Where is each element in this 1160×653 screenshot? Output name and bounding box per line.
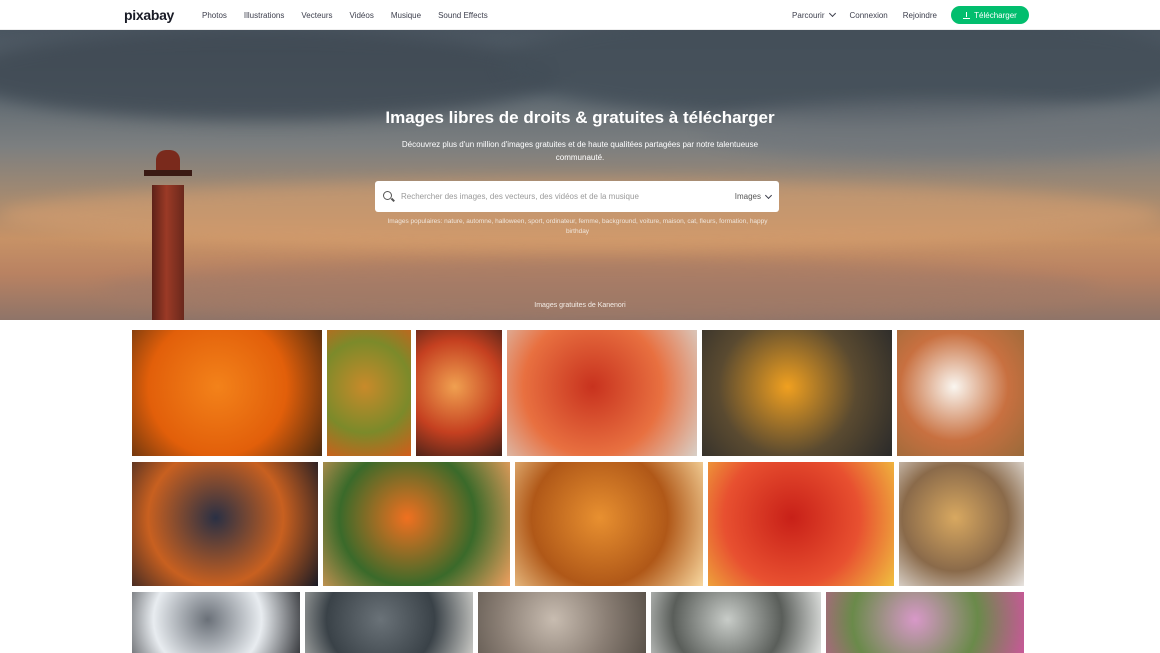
download-button[interactable]: Télécharger xyxy=(951,6,1029,24)
login-link[interactable]: Connexion xyxy=(850,11,888,20)
top-navigation: pixabay Photos Illustrations Vecteurs Vi… xyxy=(0,0,1160,30)
search-bar: Images xyxy=(375,181,779,212)
gallery-tile-red-flower[interactable] xyxy=(708,462,894,586)
hero-banner: Images libres de droits & gratuites à té… xyxy=(0,30,1160,320)
gallery-tile-citrine[interactable] xyxy=(515,462,703,586)
nav-link-music[interactable]: Musique xyxy=(391,11,421,20)
gallery-tile-orange-lily[interactable] xyxy=(323,462,510,586)
download-icon xyxy=(963,11,971,19)
gallery-tile-sunset[interactable] xyxy=(416,330,502,456)
lighthouse-lantern xyxy=(156,150,180,172)
gallery-tile-otter[interactable] xyxy=(305,592,473,653)
gallery-tile-maple-leaves[interactable] xyxy=(507,330,697,456)
gallery-tile-forest[interactable] xyxy=(651,592,821,653)
gallery-tile-autumn-pattern[interactable] xyxy=(897,330,1024,456)
search-type-label: Images xyxy=(734,192,761,201)
explore-label: Parcourir xyxy=(792,10,825,20)
cloud-shape xyxy=(0,30,560,120)
chevron-down-icon xyxy=(764,191,773,199)
lighthouse-gallery xyxy=(144,170,192,176)
gallery-tile-coins[interactable] xyxy=(478,592,646,653)
gallery-tile-pagoda[interactable] xyxy=(702,330,892,456)
gallery-tile-mountain[interactable] xyxy=(132,592,300,653)
image-credit[interactable]: Images gratuites de Kanenori xyxy=(0,302,1160,309)
join-link[interactable]: Rejoindre xyxy=(903,11,937,20)
gallery-tile-cargo-ship[interactable] xyxy=(132,462,318,586)
gallery-tile-pink-flowers[interactable] xyxy=(826,592,1024,653)
nav-links: Photos Illustrations Vecteurs Vidéos Mus… xyxy=(202,0,505,30)
explore-dropdown[interactable]: Parcourir xyxy=(792,9,836,20)
chevron-down-icon xyxy=(828,9,836,18)
nav-link-photos[interactable]: Photos xyxy=(202,11,227,20)
gallery-tile-rabbit[interactable] xyxy=(899,462,1024,586)
popular-searches: Images populaires: nature, automne, hall… xyxy=(387,218,768,235)
nav-right: Parcourir Connexion Rejoindre Télécharge… xyxy=(777,0,1029,30)
lighthouse-tower xyxy=(152,185,184,320)
nav-link-vectors[interactable]: Vecteurs xyxy=(301,11,332,20)
nav-link-sound-effects[interactable]: Sound Effects xyxy=(438,11,488,20)
search-input[interactable] xyxy=(399,187,699,206)
download-label: Télécharger xyxy=(974,10,1017,20)
nav-link-illustrations[interactable]: Illustrations xyxy=(244,11,284,20)
image-gallery xyxy=(0,320,1160,653)
lighthouse-shape xyxy=(144,150,192,320)
gallery-tile-orange-poppy[interactable] xyxy=(132,330,322,456)
nav-link-videos[interactable]: Vidéos xyxy=(350,11,374,20)
search-icon[interactable] xyxy=(383,191,392,200)
search-type-dropdown[interactable]: Images xyxy=(734,181,773,212)
gallery-tile-autumn-leaf[interactable] xyxy=(327,330,411,456)
pixabay-logo[interactable]: pixabay xyxy=(124,7,174,23)
hero-subtitle: Découvrez plus d'un million d'images gra… xyxy=(401,140,759,162)
hero-title: Images libres de droits & gratuites à té… xyxy=(385,108,775,127)
cloud-shape xyxy=(100,260,1100,320)
